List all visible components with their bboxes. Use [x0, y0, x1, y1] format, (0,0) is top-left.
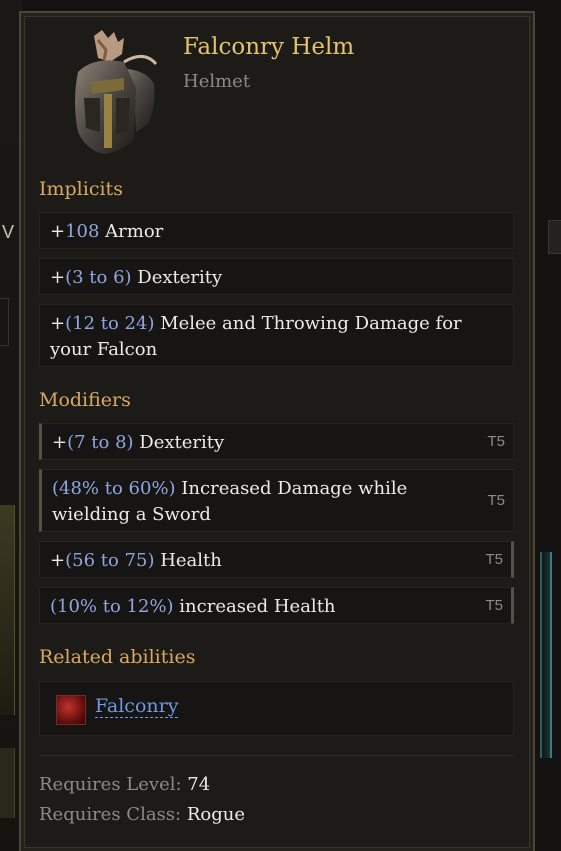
modifier-row: (48% to 60%) Increased Damage while wiel…	[39, 469, 514, 532]
tier-badge: T5	[485, 596, 503, 614]
stat-text: Dexterity	[131, 267, 223, 288]
item-type: Helmet	[183, 71, 251, 92]
stat-value: (48% to 60%)	[52, 478, 176, 499]
item-name: Falconry Helm	[183, 34, 355, 60]
tier-badge: T5	[487, 432, 505, 450]
requires-class-label: Requires Class:	[39, 804, 187, 825]
stat-text: Dexterity	[133, 432, 225, 453]
background-slot	[0, 298, 9, 346]
background-slot	[0, 505, 15, 715]
requires-level-value: 74	[187, 774, 211, 795]
implicit-row: +(3 to 6) Dexterity	[39, 258, 514, 295]
stat-text: Health	[154, 550, 222, 571]
tier-badge: T5	[485, 550, 503, 568]
requires-level-label: Requires Level:	[39, 774, 188, 795]
related-ability-item: Falconry	[39, 681, 514, 736]
modifier-row: +(56 to 75) Health T5	[39, 541, 514, 578]
requires-class: Requires Class: Rogue	[39, 804, 245, 825]
implicits-title: Implicits	[39, 178, 123, 200]
requires-level: Requires Level: 74	[39, 774, 210, 795]
implicit-row: +108 Armor	[39, 212, 514, 249]
divider	[39, 755, 514, 756]
stat-value: (7 to 8)	[67, 432, 134, 453]
related-abilities-title: Related abilities	[39, 646, 196, 668]
stat-value: 108	[65, 221, 100, 242]
background-slot	[0, 748, 15, 818]
stat-value: (10% to 12%)	[50, 596, 174, 617]
background-letter: V	[2, 222, 15, 242]
modifier-row: (10% to 12%) increased Health T5	[39, 587, 514, 624]
stat-text: Armor	[99, 221, 164, 242]
requires-class-value: Rogue	[186, 804, 245, 825]
implicit-row: +(12 to 24) Melee and Throwing Damage fo…	[39, 304, 514, 367]
modifier-row: +(7 to 8) Dexterity T5	[39, 423, 514, 460]
stat-value: (56 to 75)	[65, 550, 155, 571]
background-slot	[548, 220, 561, 254]
ability-link-falconry[interactable]: Falconry	[95, 695, 179, 718]
stat-text: increased Health	[173, 596, 336, 617]
background-glow-bar	[540, 552, 552, 758]
background-right-panel	[536, 0, 561, 840]
tier-badge: T5	[487, 491, 505, 509]
stat-value: (12 to 24)	[65, 313, 155, 334]
falcon-ability-icon[interactable]	[56, 695, 86, 725]
modifiers-title: Modifiers	[39, 389, 131, 411]
helm-icon	[75, 30, 158, 155]
stat-value: (3 to 6)	[65, 267, 132, 288]
